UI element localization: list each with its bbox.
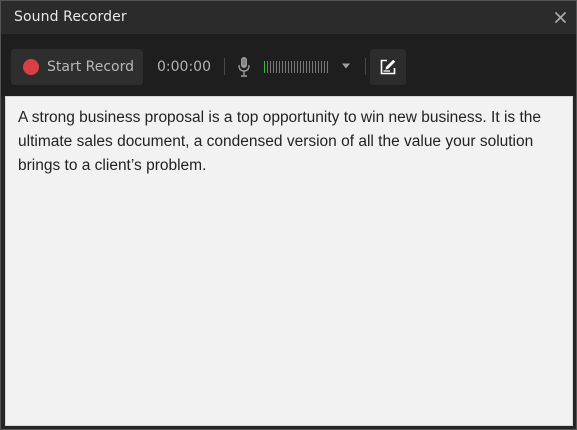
start-record-button[interactable]: Start Record bbox=[11, 49, 143, 85]
record-dot-icon bbox=[23, 59, 39, 75]
level-meter-bar bbox=[294, 61, 295, 73]
level-meter-bar bbox=[285, 61, 286, 73]
window-title: Sound Recorder bbox=[14, 9, 127, 25]
level-meter-bar bbox=[264, 61, 265, 73]
input-level-meter bbox=[264, 61, 330, 73]
level-meter-bar bbox=[267, 61, 268, 73]
toolbar-divider bbox=[365, 58, 366, 75]
level-meter-bar bbox=[327, 61, 328, 73]
elapsed-time: 0:00:00 bbox=[157, 59, 211, 75]
toolbar-divider bbox=[224, 58, 225, 75]
edit-note-icon bbox=[380, 59, 396, 75]
level-meter-bar bbox=[282, 61, 283, 73]
level-meter-bar bbox=[312, 61, 313, 73]
level-meter-bar bbox=[270, 61, 271, 73]
level-meter-bar bbox=[276, 61, 277, 73]
title-bar: Sound Recorder bbox=[1, 1, 576, 34]
microphone-icon[interactable] bbox=[237, 56, 251, 78]
level-meter-bar bbox=[324, 61, 325, 73]
recorder-toolbar: Start Record 0:00:00 bbox=[1, 34, 576, 96]
close-icon bbox=[554, 11, 566, 23]
level-meter-bar bbox=[291, 61, 292, 73]
level-meter-bar bbox=[318, 61, 319, 73]
level-meter-bar bbox=[297, 61, 298, 73]
start-record-label: Start Record bbox=[47, 59, 135, 75]
level-meter-bar bbox=[321, 61, 322, 73]
transcript-textarea[interactable]: A strong business proposal is a top oppo… bbox=[5, 96, 573, 426]
sound-recorder-window: Sound Recorder Start Record 0:00:00 A st… bbox=[0, 0, 577, 430]
level-meter-bar bbox=[279, 61, 280, 73]
caret-down-icon[interactable] bbox=[340, 60, 352, 72]
level-meter-bar bbox=[288, 61, 289, 73]
level-meter-bar bbox=[315, 61, 316, 73]
transcript-text: A strong business proposal is a top oppo… bbox=[18, 109, 541, 174]
level-meter-bar bbox=[309, 61, 310, 73]
level-meter-bar bbox=[303, 61, 304, 73]
level-meter-bar bbox=[306, 61, 307, 73]
level-meter-bar bbox=[300, 61, 301, 73]
edit-note-button[interactable] bbox=[370, 49, 406, 85]
close-button[interactable] bbox=[550, 7, 570, 27]
level-meter-bar bbox=[273, 61, 274, 73]
